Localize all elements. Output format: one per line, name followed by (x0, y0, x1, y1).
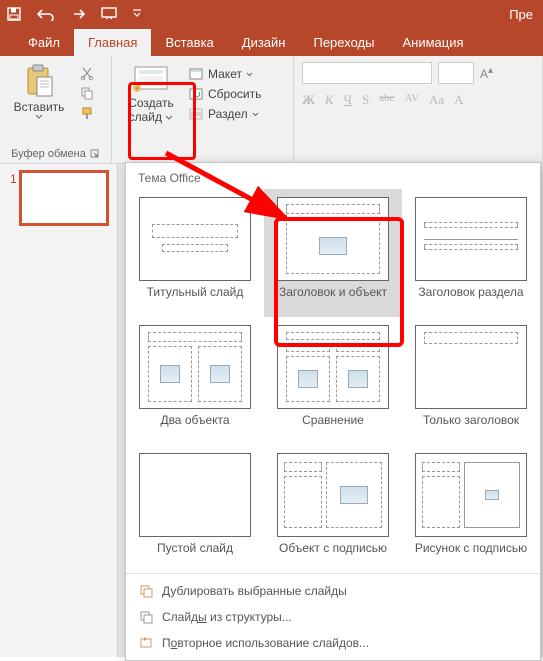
ribbon-tabs: Файл Главная Вставка Дизайн Переходы Ани… (0, 28, 543, 56)
layout-two-content[interactable]: Два объекта (126, 317, 264, 445)
reuse-slides-item[interactable]: Повторное использование слайдов... (126, 630, 540, 656)
layout-section-header[interactable]: Заголовок раздела (402, 189, 540, 317)
slide-thumbnail-1[interactable] (21, 172, 107, 224)
title-bar: Пре (0, 0, 543, 28)
layout-picture-with-caption[interactable]: Рисунок с подписью (402, 445, 540, 573)
new-slide-button[interactable]: ✶ Создать слайд (118, 60, 184, 161)
slide-number: 1 (10, 172, 17, 186)
font-color-button[interactable]: A (454, 92, 463, 108)
undo-icon[interactable] (36, 7, 56, 21)
slides-from-outline-item[interactable]: Слайды из структуры... (126, 604, 540, 630)
format-painter-button[interactable] (76, 104, 98, 122)
tab-home[interactable]: Главная (74, 29, 151, 56)
layout-icon (188, 66, 204, 82)
reset-icon (188, 86, 204, 102)
qat-dropdown-icon[interactable] (132, 9, 142, 19)
tab-design[interactable]: Дизайн (228, 29, 300, 56)
duplicate-slides-item[interactable]: Дублировать выбранные слайды (126, 578, 540, 604)
slide-thumbnails-pane: 1 (0, 164, 118, 657)
save-icon[interactable] (6, 6, 22, 22)
increase-font-icon[interactable]: A▴ (480, 65, 493, 81)
layout-comparison[interactable]: Сравнение (264, 317, 402, 445)
group-font: A▴ Ж К Ч S abc AV Aa A (294, 56, 543, 163)
layout-title-and-content[interactable]: Заголовок и объект (264, 189, 402, 317)
group-slides: ✶ Создать слайд Макет Сбросить Раздел (112, 56, 294, 163)
copy-button[interactable] (76, 84, 98, 102)
tab-insert[interactable]: Вставка (151, 29, 227, 56)
underline-button[interactable]: Ч (344, 92, 352, 108)
new-slide-icon: ✶ (131, 64, 171, 94)
layout-title-slide[interactable]: Титульный слайд (126, 189, 264, 317)
gallery-header: Тема Office (126, 163, 540, 189)
group-label-clipboard: Буфер обмена (11, 148, 86, 160)
section-icon (188, 106, 204, 122)
reuse-icon (138, 635, 154, 651)
cut-button[interactable] (76, 64, 98, 82)
svg-text:✶: ✶ (134, 85, 140, 93)
case-button[interactable]: Aa (429, 92, 444, 108)
new-slide-gallery: Тема Office Титульный слайд Заголовок и … (125, 162, 541, 661)
layout-title-only[interactable]: Только заголовок (402, 317, 540, 445)
tab-animations[interactable]: Анимация (388, 29, 477, 56)
bold-button[interactable]: Ж (302, 92, 315, 108)
spacing-button[interactable]: AV (404, 92, 418, 108)
tab-file[interactable]: Файл (14, 29, 74, 56)
layout-grid: Титульный слайд Заголовок и объект Загол… (126, 189, 540, 573)
slideshow-icon[interactable] (100, 6, 118, 22)
gallery-footer: Дублировать выбранные слайды Слайды из с… (126, 573, 540, 660)
clipboard-icon (22, 64, 56, 98)
font-size-combo[interactable] (438, 62, 474, 84)
duplicate-icon (138, 583, 154, 599)
ribbon: Вставить Буфер обмена ✶ Создать слайд (0, 56, 543, 164)
shadow-button[interactable]: S (362, 92, 369, 108)
dialog-launcher-icon[interactable] (90, 149, 100, 159)
strike-button[interactable]: abc (379, 92, 394, 108)
section-button[interactable]: Раздел (188, 106, 261, 122)
chevron-down-icon (35, 114, 43, 120)
italic-button[interactable]: К (325, 92, 334, 108)
group-clipboard: Вставить Буфер обмена (0, 56, 112, 163)
layout-button[interactable]: Макет (188, 66, 261, 82)
quick-access-toolbar (6, 6, 142, 22)
window-title: Пре (509, 7, 537, 22)
font-family-combo[interactable] (302, 62, 432, 84)
paste-label: Вставить (14, 100, 65, 114)
paste-button[interactable]: Вставить (6, 60, 72, 122)
tab-transitions[interactable]: Переходы (299, 29, 388, 56)
layout-blank[interactable]: Пустой слайд (126, 445, 264, 573)
outline-icon (138, 609, 154, 625)
new-slide-label: Создать слайд (128, 96, 174, 124)
layout-content-with-caption[interactable]: Объект с подписью (264, 445, 402, 573)
reset-button[interactable]: Сбросить (188, 86, 261, 102)
redo-icon[interactable] (70, 7, 86, 21)
